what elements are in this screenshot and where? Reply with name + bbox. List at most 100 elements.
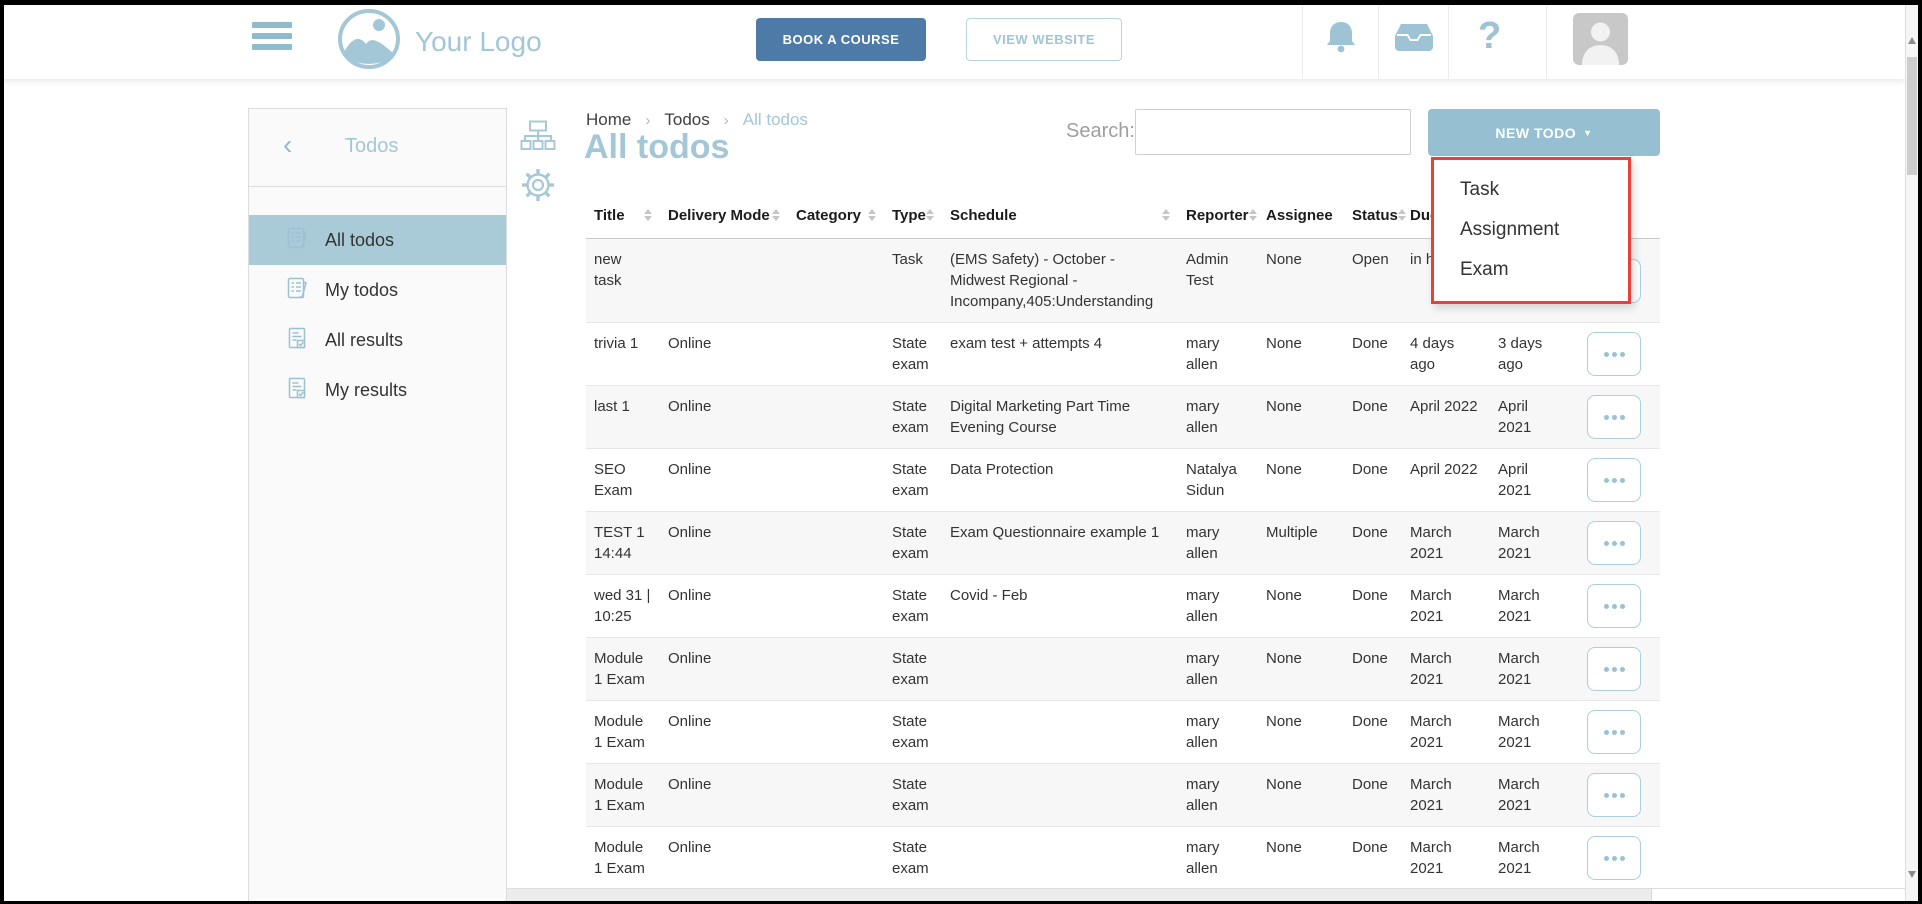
sidebar-item-all-todos[interactable]: All todos: [249, 215, 506, 265]
table-cell: [788, 638, 884, 700]
sort-arrows-icon[interactable]: [1249, 209, 1257, 221]
table-row: Module 1 ExamOnlineState exammary allenN…: [586, 764, 1660, 827]
results-icon: [285, 376, 309, 405]
menu-item-exam[interactable]: Exam: [1434, 250, 1628, 290]
breadcrumb-separator-icon: ›: [645, 112, 650, 129]
row-actions-button[interactable]: [1587, 521, 1641, 565]
breadcrumb: Home › Todos › All todos: [586, 110, 808, 130]
sort-arrows-icon[interactable]: [772, 209, 780, 221]
table-cell: Module 1 Exam: [586, 827, 660, 889]
table-cell: Exam Questionnaire example 1: [942, 512, 1178, 574]
sidebar-item-my-todos[interactable]: My todos: [249, 265, 506, 315]
topbar-divider: [1546, 0, 1547, 79]
table-cell: (EMS Safety) - October - Midwest Regiona…: [942, 239, 1178, 322]
column-header-type[interactable]: Type: [884, 207, 942, 224]
table-cell: Done: [1344, 323, 1402, 385]
book-a-course-button[interactable]: BOOK A COURSE: [756, 18, 926, 61]
table-cell: State exam: [884, 575, 942, 637]
table-cell: SEO Exam: [586, 449, 660, 511]
row-actions-button[interactable]: [1587, 836, 1641, 880]
scroll-up-arrow-icon[interactable]: [1908, 37, 1916, 44]
table-cell: State exam: [884, 764, 942, 826]
sidebar-item-all-results[interactable]: All results: [249, 315, 506, 365]
search-input[interactable]: [1135, 109, 1411, 155]
table-cell: [942, 827, 1178, 889]
topbar-divider: [1378, 0, 1379, 79]
sidebar-item-label: All todos: [325, 230, 394, 251]
table-cell: Done: [1344, 386, 1402, 448]
table-row: Module 1 ExamOnlineState exammary allenN…: [586, 638, 1660, 701]
sidebar-header: ‹ Todos: [249, 109, 506, 187]
app-window: Your Logo BOOK A COURSE VIEW WEBSITE ?: [0, 0, 1922, 904]
menu-item-assignment[interactable]: Assignment: [1434, 210, 1628, 250]
row-actions-button[interactable]: [1587, 332, 1641, 376]
table-cell: State exam: [884, 701, 942, 763]
horizontal-scrollbar-thumb[interactable]: [507, 889, 1652, 901]
hamburger-menu-icon[interactable]: [252, 22, 292, 55]
table-cell: Online: [660, 323, 788, 385]
table-cell: None: [1258, 449, 1344, 511]
column-header-delivery-mode[interactable]: Delivery Mode: [660, 207, 788, 224]
sort-arrows-icon[interactable]: [926, 209, 934, 221]
table-cell: March 2021: [1402, 638, 1490, 700]
sort-arrows-icon[interactable]: [868, 209, 876, 221]
view-website-button[interactable]: VIEW WEBSITE: [966, 18, 1122, 61]
sidebar-item-my-results[interactable]: My results: [249, 365, 506, 415]
sidebar-item-label: All results: [325, 330, 403, 351]
row-actions-button[interactable]: [1587, 773, 1641, 817]
column-label: Reporter: [1186, 207, 1249, 224]
column-header-schedule[interactable]: Schedule: [942, 207, 1178, 224]
vertical-scrollbar-thumb[interactable]: [1907, 57, 1917, 175]
sort-arrows-icon[interactable]: [1162, 209, 1170, 221]
user-avatar[interactable]: [1573, 13, 1628, 65]
table-cell: [942, 638, 1178, 700]
vertical-scrollbar[interactable]: [1905, 5, 1918, 901]
table-row: last 1OnlineState examDigital Marketing …: [586, 386, 1660, 449]
column-header-category[interactable]: Category: [788, 207, 884, 224]
breadcrumb-home-link[interactable]: Home: [586, 110, 631, 130]
breadcrumb-separator-icon: ›: [724, 112, 729, 129]
inbox-tray-icon[interactable]: [1394, 23, 1434, 54]
table-cell: Done: [1344, 701, 1402, 763]
table-cell: [788, 512, 884, 574]
gear-icon[interactable]: [521, 168, 555, 205]
row-actions-button[interactable]: [1587, 647, 1641, 691]
table-cell: None: [1258, 827, 1344, 889]
horizontal-scrollbar[interactable]: [507, 888, 1905, 901]
table-cell: [788, 239, 884, 322]
table-cell: None: [1258, 638, 1344, 700]
table-cell: March 2021: [1490, 827, 1568, 889]
new-todo-button[interactable]: NEW TODO▼: [1428, 109, 1660, 156]
help-icon[interactable]: ?: [1478, 14, 1501, 60]
table-cell: Done: [1344, 512, 1402, 574]
row-actions-button[interactable]: [1587, 458, 1641, 502]
table-cell: Online: [660, 638, 788, 700]
sidebar-back-chevron-icon[interactable]: ‹: [283, 131, 292, 159]
table-cell: March 2021: [1490, 512, 1568, 574]
table-cell: April 2022: [1402, 386, 1490, 448]
org-chart-icon[interactable]: [520, 120, 556, 155]
column-header-title[interactable]: Title: [586, 207, 660, 224]
sort-arrows-icon[interactable]: [644, 209, 652, 221]
notifications-bell-icon[interactable]: [1323, 20, 1359, 57]
row-actions-button[interactable]: [1587, 395, 1641, 439]
scroll-down-arrow-icon[interactable]: [1908, 871, 1916, 878]
table-cell: Done: [1344, 764, 1402, 826]
table-cell: [660, 239, 788, 322]
table-cell: April 2021: [1490, 449, 1568, 511]
row-actions-cell: [1568, 449, 1660, 511]
table-cell: Online: [660, 827, 788, 889]
table-cell: [788, 827, 884, 889]
table-cell: [942, 701, 1178, 763]
table-row: TEST 1 14:44OnlineState examExam Questio…: [586, 512, 1660, 575]
column-header-status[interactable]: Status: [1344, 207, 1402, 224]
row-actions-button[interactable]: [1587, 584, 1641, 628]
column-header-reporter[interactable]: Reporter: [1178, 207, 1258, 224]
breadcrumb-todos-link[interactable]: Todos: [664, 110, 709, 130]
sidebar: ‹ Todos All todos: [248, 108, 507, 904]
logo-link[interactable]: Your Logo: [337, 8, 542, 75]
column-label: Title: [594, 207, 625, 224]
menu-item-task[interactable]: Task: [1434, 170, 1628, 210]
row-actions-button[interactable]: [1587, 710, 1641, 754]
table-cell: State exam: [884, 323, 942, 385]
